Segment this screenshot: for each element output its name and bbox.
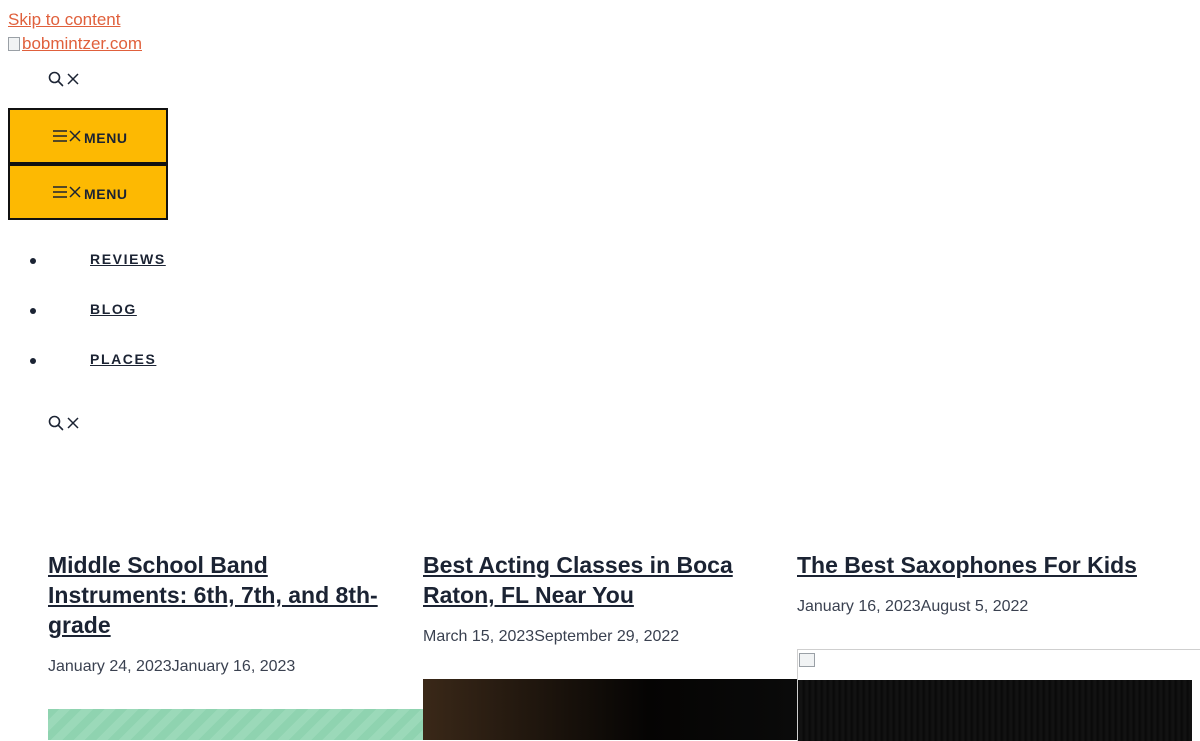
menu-toggle-button-secondary[interactable]: MENU [8,164,168,220]
post-date-updated: September 29, 2022 [534,628,680,645]
post-thumbnail-frame[interactable] [797,649,1200,741]
hamburger-icon [53,186,67,198]
nav-item-places: PLACES [0,336,300,386]
post-date-updated: August 5, 2022 [920,598,1029,615]
nav-item-reviews: REVIEWS [0,236,300,286]
site-logo-alt-text: bobmintzer.com [22,34,142,53]
post-date-published: January 24, 2023 [48,658,172,675]
menu-button-label: MENU [84,185,128,202]
post-meta: January 24, 2023January 16, 2023 [48,658,413,676]
post-title-link[interactable]: Middle School Band Instruments: 6th, 7th… [48,550,413,640]
nav-search-toggle[interactable] [48,415,80,431]
search-icon [48,415,64,431]
post-title-link[interactable]: The Best Saxophones For Kids [797,550,1197,580]
menu-toggle-button[interactable]: MENU [8,108,168,164]
close-icon [69,130,81,142]
post-date-updated: January 16, 2023 [171,658,296,675]
nav-link-blog[interactable]: BLOG [90,301,137,317]
post-thumbnail[interactable] [48,709,423,740]
post-meta: March 15, 2023September 29, 2022 [423,628,783,646]
post-date-published: March 15, 2023 [423,628,535,645]
close-icon [67,417,79,429]
nav-item-blog: BLOG [0,286,300,336]
close-icon [67,73,79,85]
list-bullet [30,358,36,364]
post-date-published: January 16, 2023 [797,598,921,615]
search-icon [48,71,64,87]
header-search-toggle[interactable] [48,71,80,87]
skip-to-content-link[interactable]: Skip to content [8,10,120,30]
menu-button-label: MENU [84,129,128,146]
post-card: The Best Saxophones For Kids January 16,… [797,550,1197,616]
hamburger-icon [53,130,67,142]
broken-image-icon [799,653,815,667]
post-thumbnail[interactable] [423,679,797,740]
broken-image-icon [8,37,20,51]
list-bullet [30,258,36,264]
nav-link-reviews[interactable]: REVIEWS [90,251,166,267]
site-logo-link[interactable]: bobmintzer.com [8,34,142,54]
post-card: Best Acting Classes in Boca Raton, FL Ne… [423,550,783,646]
primary-navigation: REVIEWS BLOG PLACES [0,236,300,386]
nav-link-places[interactable]: PLACES [90,351,156,367]
post-card: Middle School Band Instruments: 6th, 7th… [48,550,413,676]
post-thumbnail [798,680,1192,741]
post-title-link[interactable]: Best Acting Classes in Boca Raton, FL Ne… [423,550,783,610]
list-bullet [30,308,36,314]
post-meta: January 16, 2023August 5, 2022 [797,598,1197,616]
close-icon [69,186,81,198]
